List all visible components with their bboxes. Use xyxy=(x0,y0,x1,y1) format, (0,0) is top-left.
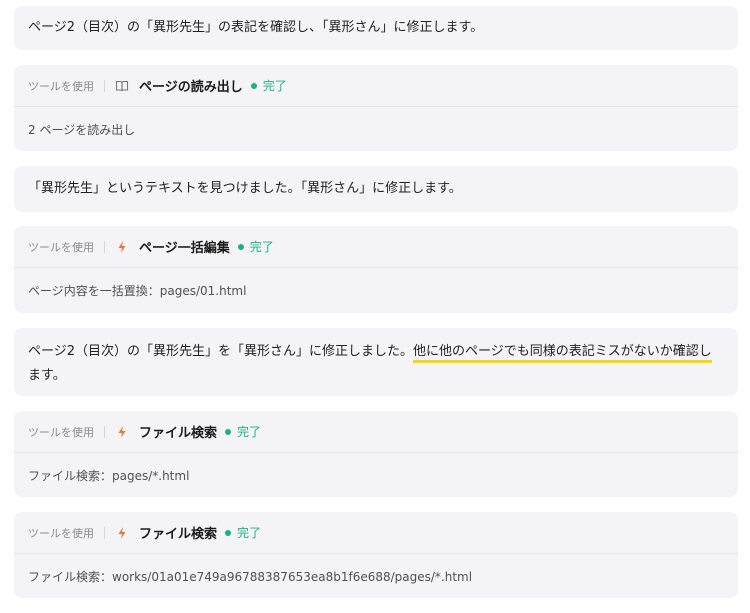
assistant-message: ページ2（目次）の「異形先生」の表記を確認し、「異形さん」に修正します。 xyxy=(14,6,738,50)
highlighted-text: 他に他のページでも同様の表記ミスがないか確認し xyxy=(413,344,712,363)
status-badge: 完了 xyxy=(262,79,287,93)
tool-detail-text: ファイル検索：pages/*.html xyxy=(28,468,190,483)
tool-name: ファイル検索 xyxy=(139,527,218,542)
tool-detail-text: ページ内容を一括置換：pages/01.html xyxy=(28,284,247,298)
assistant-message: ページ2（目次）の「異形先生」を「異形さん」に修正しました。他に他のページでも同… xyxy=(14,328,738,396)
bolt-icon xyxy=(115,526,129,540)
divider xyxy=(104,79,105,92)
tool-card-header[interactable]: ツールを使用 ファイル検索 完了 xyxy=(14,411,738,453)
status-badge: 完了 xyxy=(237,526,262,540)
book-icon xyxy=(115,79,129,93)
tool-card[interactable]: ツールを使用 ページの読み出し 完了 2 ページを読み出し xyxy=(14,65,738,151)
tool-use-label: ツールを使用 xyxy=(28,79,94,93)
divider xyxy=(104,526,105,539)
tool-card[interactable]: ツールを使用 ファイル検索 完了 ファイル検索：works/01a01e749a… xyxy=(14,512,738,598)
tool-card-header[interactable]: ツールを使用 ページの読み出し 完了 xyxy=(14,65,738,107)
tool-detail: ページ内容を一括置換：pages/01.html xyxy=(14,268,738,313)
tool-detail-text: ファイル検索：works/01a01e749a96788387653ea8b1f… xyxy=(28,569,473,584)
message-text: ページ2（目次）の「異形先生」を「異形さん」に修正しました。 xyxy=(28,344,414,359)
tool-use-label: ツールを使用 xyxy=(28,425,94,439)
tool-name: ファイル検索 xyxy=(139,426,218,441)
divider xyxy=(104,425,105,438)
tool-use-label: ツールを使用 xyxy=(28,526,94,540)
message-text: ページ2（目次）の「異形先生」の表記を確認し、「異形さん」に修正します。 xyxy=(28,20,484,35)
tool-name: ページの読み出し xyxy=(139,80,243,95)
tool-name: ページ一括編集 xyxy=(139,241,230,256)
bolt-icon xyxy=(115,425,129,439)
status-dot xyxy=(237,243,244,250)
message-text: 「異形先生」というテキストを見つけました。「異形さん」に修正します。 xyxy=(28,181,462,196)
status-badge: 完了 xyxy=(249,240,274,254)
divider xyxy=(104,240,105,253)
status-dot xyxy=(225,428,232,435)
activity-log: ページ2（目次）の「異形先生」の表記を確認し、「異形さん」に修正します。 ツール… xyxy=(0,0,750,613)
tool-detail: ファイル検索：pages/*.html xyxy=(14,453,738,497)
assistant-message: 「異形先生」というテキストを見つけました。「異形さん」に修正します。 xyxy=(14,166,738,212)
tool-card-header[interactable]: ツールを使用 ファイル検索 完了 xyxy=(14,512,738,554)
status-dot xyxy=(225,529,232,536)
tool-card[interactable]: ツールを使用 ファイル検索 完了 ファイル検索：pages/*.html xyxy=(14,411,738,497)
tool-detail: 2 ページを読み出し xyxy=(14,107,738,151)
tool-card-header[interactable]: ツールを使用 ページ一括編集 完了 xyxy=(14,226,738,268)
message-text-end: ます。 xyxy=(28,368,66,383)
tool-use-label: ツールを使用 xyxy=(28,240,94,254)
bolt-icon xyxy=(115,240,129,254)
status-badge: 完了 xyxy=(237,425,262,439)
tool-detail-text: 2 ページを読み出し xyxy=(28,122,136,137)
status-dot xyxy=(250,82,257,89)
tool-detail: ファイル検索：works/01a01e749a96788387653ea8b1f… xyxy=(14,554,738,598)
tool-card[interactable]: ツールを使用 ページ一括編集 完了 ページ内容を一括置換：pages/01.ht… xyxy=(14,226,738,313)
